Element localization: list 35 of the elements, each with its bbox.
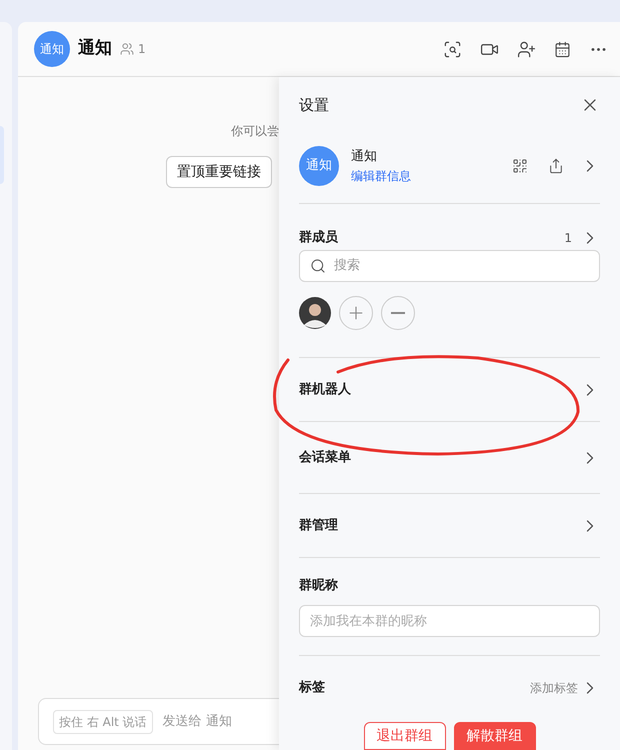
settings-row[interactable]: 群机器人 [299,358,600,422]
share-icon[interactable] [548,158,564,174]
members-icon [120,42,134,56]
member-count: 1 [138,41,146,58]
add-tag-link[interactable]: 添加标签 [530,679,578,697]
qr-code-icon[interactable] [512,158,528,174]
chat-title: 通知 [78,37,112,60]
minus-icon [391,312,405,314]
input-placeholder: 发送给 通知 [162,712,232,731]
settings-row[interactable]: 群管理 [299,494,600,558]
search-icon[interactable] [443,40,462,58]
member-search-field[interactable]: 搜索 [299,250,600,282]
group-action-button[interactable]: 退出群组 [364,722,446,750]
member-count: 1 [564,230,572,247]
group-name: 通知 [351,148,378,166]
section-label: 群成员 [299,229,338,248]
voice-hint: 按住 右 Alt 说话 [53,710,153,734]
remove-member-button[interactable] [381,296,415,330]
section-label: 标签 [299,679,325,698]
calendar-icon[interactable] [554,40,571,58]
group-avatar[interactable]: 通知 [299,146,339,186]
avatar[interactable] [299,297,331,329]
nickname-field[interactable]: 添加我在本群的昵称 [299,605,600,638]
section-label: 群昵称 [299,576,339,595]
panel-title: 设置 [299,94,329,116]
search-placeholder: 搜索 [334,257,360,276]
group-action-button[interactable]: 解散群组 [454,722,536,750]
search-icon [310,258,326,274]
group-avatar: 通知 [34,31,70,67]
pin-links-button[interactable]: 置顶重要链接 [166,156,272,188]
add-user-icon[interactable] [517,40,536,58]
settings-row[interactable]: 会话菜单 [299,422,600,494]
hint-text: 你可以尝 [231,123,279,140]
message-input[interactable]: 按住 右 Alt 说话 发送给 通知 [38,698,279,745]
edit-info-link[interactable]: 编辑群信息 [351,166,411,185]
